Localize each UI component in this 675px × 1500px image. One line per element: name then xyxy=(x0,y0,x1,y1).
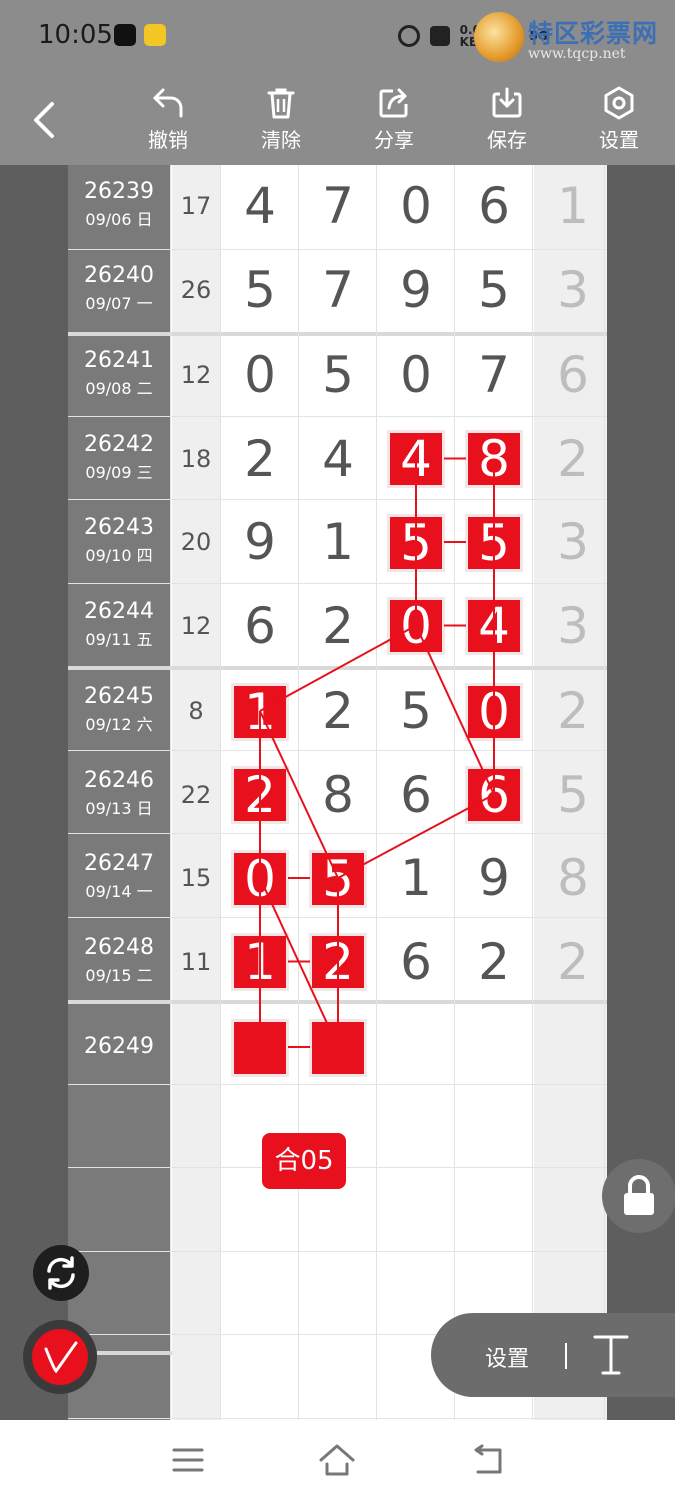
save-button[interactable]: 保存 xyxy=(467,86,547,153)
undo-icon xyxy=(153,88,183,118)
return-icon xyxy=(474,1444,502,1474)
undo-button[interactable]: 撤销 xyxy=(128,86,208,153)
home-icon xyxy=(319,1444,355,1476)
gear-icon xyxy=(604,86,634,120)
lock-button[interactable] xyxy=(602,1159,675,1233)
he-badge[interactable]: 合05 xyxy=(262,1133,346,1189)
download-icon xyxy=(492,87,522,118)
undo-label: 撤销 xyxy=(148,128,188,152)
back-icon xyxy=(34,102,54,138)
top-bar: 10:05 0.01 KB/s 5G 5G 特区彩票网 www.tqcp.net… xyxy=(0,0,675,165)
return-button[interactable] xyxy=(468,1442,508,1478)
floating-settings[interactable]: 设置 xyxy=(431,1313,675,1397)
trend-line xyxy=(259,624,417,712)
settings-label: 设置 xyxy=(599,128,639,152)
trend-lines xyxy=(259,457,495,1048)
trend-line xyxy=(337,793,495,879)
refresh-button[interactable] xyxy=(33,1245,89,1301)
chart-area: 26239 09/06 日 17 4 7 0 6 1 26240 09/07 一 26 5 7 9 5 3 26… xyxy=(0,165,675,1420)
text-icon[interactable] xyxy=(589,1331,633,1379)
share-button[interactable]: 分享 xyxy=(354,86,434,153)
home-button[interactable] xyxy=(317,1442,357,1478)
lock-icon xyxy=(624,1175,654,1215)
system-nav-bar xyxy=(0,1420,675,1500)
back-button[interactable] xyxy=(28,100,64,140)
menu-button[interactable] xyxy=(168,1442,208,1478)
refresh-icon xyxy=(47,1256,75,1290)
floating-separator xyxy=(565,1343,567,1369)
trend-line xyxy=(415,625,495,795)
share-icon xyxy=(379,88,408,118)
notification-app-icon xyxy=(144,24,166,46)
status-app-icons xyxy=(114,24,166,46)
menu-icon xyxy=(172,1448,204,1472)
status-time: 10:05 xyxy=(38,20,113,50)
pen-button[interactable] xyxy=(23,1320,97,1394)
trend-line xyxy=(259,877,339,1048)
clear-label: 清除 xyxy=(261,128,301,152)
clear-button[interactable]: 清除 xyxy=(241,86,321,153)
mute-icon xyxy=(429,26,450,46)
trend-line xyxy=(259,710,339,879)
watermark-url: www.tqcp.net xyxy=(528,46,626,62)
settings-button[interactable]: 设置 xyxy=(579,86,659,153)
watermark-logo xyxy=(474,12,524,62)
watermark-title: 特区彩票网 xyxy=(528,19,659,48)
watermark: 特区彩票网 www.tqcp.net xyxy=(470,8,670,68)
pen-icon xyxy=(44,1341,78,1374)
floating-settings-label: 设置 xyxy=(485,1347,530,1372)
save-label: 保存 xyxy=(487,128,527,152)
trash-icon xyxy=(267,88,295,119)
share-label: 分享 xyxy=(374,128,414,152)
tiktok-icon xyxy=(114,24,136,46)
pen-stroke-preview xyxy=(97,1351,172,1355)
alarm-icon xyxy=(398,25,420,47)
